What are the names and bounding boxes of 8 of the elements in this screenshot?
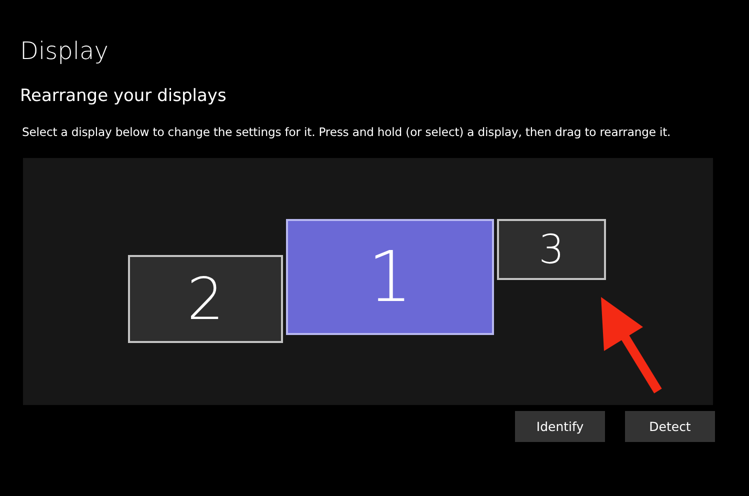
display-tile[interactable]: 3 — [497, 219, 606, 280]
display-tile[interactable]: 1 — [286, 219, 494, 335]
page-title: Display — [20, 36, 108, 66]
display-tile[interactable]: 2 — [128, 255, 283, 343]
action-button[interactable]: Detect — [625, 411, 715, 442]
description-text: Select a display below to change the settings for it. Press and hold (or select) a display, then drag to rearrange it. — [22, 124, 671, 140]
section-title: Rearrange your displays — [20, 85, 226, 108]
action-button[interactable]: Identify — [515, 411, 605, 442]
